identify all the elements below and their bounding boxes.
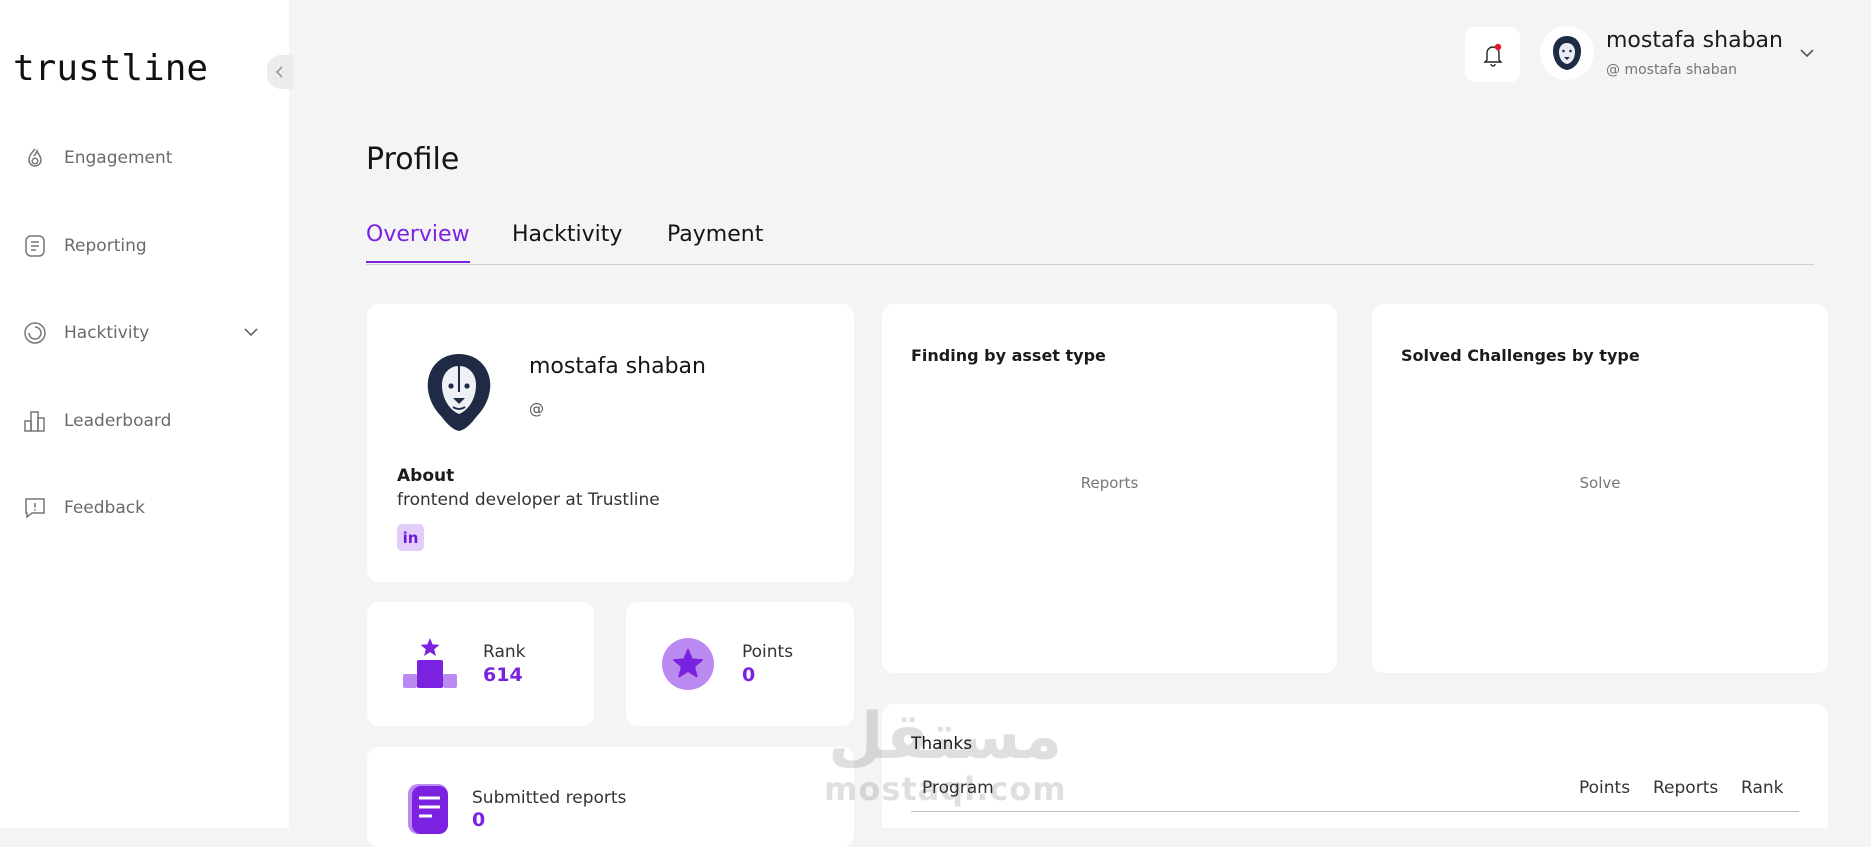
podium-icon [403,638,457,688]
profile-handle: @ [529,400,544,418]
about-text: frontend developer at Trustline [397,490,660,510]
tab-hacktivity[interactable]: Hacktivity [512,222,622,261]
flame-icon [20,143,50,173]
collapse-sidebar-button[interactable] [267,55,293,89]
column-header-reports[interactable]: Reports [1653,778,1718,798]
rank-card: Rank 614 [367,602,594,726]
star-badge-icon [662,638,714,690]
profile-avatar [415,352,503,432]
empty-state-text: Reports [1080,474,1139,492]
linkedin-icon: in [402,528,419,547]
card-title: Solved Challenges by type [1401,346,1640,365]
leaderboard-icon [20,406,50,436]
page-title: Profile [366,142,460,177]
user-handle: @ mostafa shaban [1606,62,1738,78]
chevron-left-icon [275,66,283,78]
activity-ring-icon [20,318,50,348]
lion-avatar-icon [1553,36,1581,70]
report-icon [408,784,448,834]
avatar [1540,26,1594,80]
user-name: mostafa shaban [1606,28,1783,53]
chevron-down-icon[interactable] [1798,44,1816,62]
profile-tabs: Overview Hacktivity Payment [366,218,1814,265]
lion-avatar-icon [427,354,491,431]
card-title: Thanks [911,734,973,754]
sidebar-item-hacktivity[interactable]: Hacktivity [20,313,270,353]
rank-value: 614 [483,664,523,686]
chevron-down-icon[interactable] [242,323,260,341]
sidebar: trustline Engagement Reporting Hacktivit… [0,0,293,828]
sidebar-item-reporting[interactable]: Reporting [20,226,270,266]
points-value: 0 [742,664,756,686]
thanks-card: Thanks Program Points Reports Rank [882,704,1828,828]
tab-overview[interactable]: Overview [366,222,470,263]
column-header-rank[interactable]: Rank [1741,778,1783,798]
report-icon [20,231,50,261]
sidebar-item-engagement[interactable]: Engagement [20,138,270,178]
sidebar-item-label: Reporting [64,236,147,256]
bell-icon [1482,43,1503,67]
profile-name: mostafa shaban [529,354,706,379]
table-header-divider [911,811,1799,812]
linkedin-link[interactable]: in [397,524,424,551]
profile-card: mostafa shaban @ About frontend develope… [367,304,854,582]
tab-payment[interactable]: Payment [667,222,763,261]
user-menu[interactable]: mostafa shaban @ mostafa shaban [1540,26,1820,84]
sidebar-item-label: Hacktivity [64,323,150,343]
empty-state-text: Solve [1579,474,1621,492]
submitted-reports-card: Submitted reports 0 [367,747,854,847]
brand-logo[interactable]: trustline [13,48,208,89]
rank-label: Rank [483,642,526,662]
finding-by-asset-type-card: Finding by asset type Reports [882,304,1337,673]
sidebar-item-leaderboard[interactable]: Leaderboard [20,401,270,441]
notifications-button[interactable] [1465,27,1520,82]
solved-challenges-card: Solved Challenges by type Solve [1372,304,1828,673]
card-title: Finding by asset type [911,346,1106,365]
column-header-points[interactable]: Points [1579,778,1630,798]
points-card: Points 0 [626,602,854,726]
sidebar-item-feedback[interactable]: Feedback [20,488,270,528]
sidebar-item-label: Engagement [64,148,173,168]
points-label: Points [742,642,794,662]
submitted-reports-label: Submitted reports [472,788,627,808]
feedback-icon [20,493,50,523]
sidebar-item-label: Leaderboard [64,411,172,431]
sidebar-item-label: Feedback [64,498,145,518]
about-label: About [397,466,455,486]
column-header-program[interactable]: Program [922,778,994,798]
